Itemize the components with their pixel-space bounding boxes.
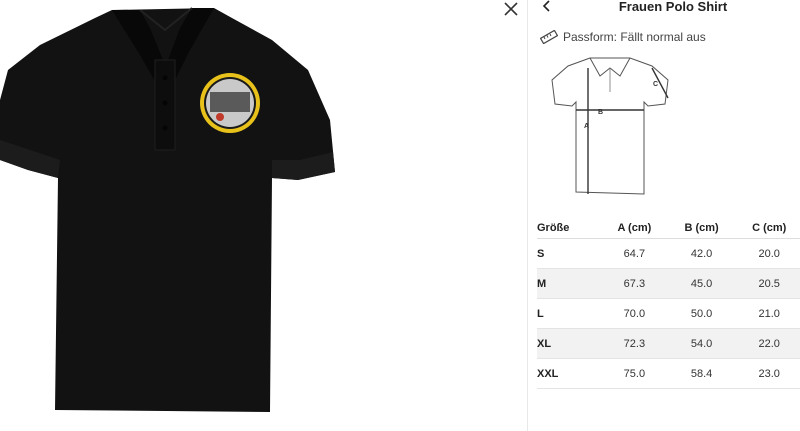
size-cell: L — [537, 298, 601, 329]
table-row: XXL 75.0 58.4 23.0 — [537, 358, 800, 389]
diagram-label-c: C — [653, 81, 658, 88]
size-cell: XL — [537, 328, 601, 359]
table-row: M 67.3 45.0 20.5 — [537, 268, 800, 299]
size-table: Größe A (cm) B (cm) C (cm) S 64.7 42.0 2… — [537, 218, 800, 389]
c-cell: 20.0 — [735, 238, 800, 269]
size-cell: M — [537, 268, 601, 299]
logo-badge — [200, 73, 260, 133]
ruler-icon — [540, 29, 558, 45]
c-cell: 22.0 — [735, 328, 800, 359]
a-cell: 72.3 — [600, 328, 668, 359]
c-cell: 20.5 — [735, 268, 800, 299]
table-row: XL 72.3 54.0 22.0 — [537, 328, 800, 359]
panel-header: Frauen Polo Shirt — [528, 0, 800, 16]
b-cell: 42.0 — [667, 238, 736, 269]
b-cell: 58.4 — [667, 358, 736, 389]
product-image-panel — [0, 0, 527, 431]
b-cell: 45.0 — [667, 268, 736, 299]
table-header-row: Größe A (cm) B (cm) C (cm) — [537, 218, 800, 239]
fit-label: Passform: Fällt normal aus — [563, 30, 706, 44]
col-header-c: C (cm) — [735, 218, 800, 239]
size-chart-panel: Frauen Polo Shirt Passform: Fällt normal… — [527, 0, 800, 431]
size-cell: XXL — [537, 358, 601, 389]
measurement-diagram: B A C — [551, 57, 669, 195]
b-cell: 54.0 — [667, 328, 736, 359]
c-cell: 23.0 — [735, 358, 800, 389]
page-title: Frauen Polo Shirt — [618, 0, 728, 14]
a-cell: 64.7 — [600, 238, 668, 269]
close-icon[interactable] — [499, 0, 523, 21]
c-cell: 21.0 — [735, 298, 800, 329]
col-header-size: Größe — [537, 218, 601, 239]
a-cell: 67.3 — [600, 268, 668, 299]
size-cell: S — [537, 238, 601, 269]
table-row: S 64.7 42.0 20.0 — [537, 238, 800, 269]
table-row: L 70.0 50.0 21.0 — [537, 298, 800, 329]
col-header-a: A (cm) — [600, 218, 668, 239]
polo-shirt-image — [0, 7, 335, 412]
b-cell: 50.0 — [667, 298, 736, 329]
diagram-label-a: A — [584, 123, 589, 130]
fit-info: Passform: Fällt normal aus — [540, 28, 706, 46]
col-header-b: B (cm) — [667, 218, 736, 239]
diagram-label-b: B — [598, 109, 603, 116]
a-cell: 75.0 — [600, 358, 668, 389]
a-cell: 70.0 — [600, 298, 668, 329]
